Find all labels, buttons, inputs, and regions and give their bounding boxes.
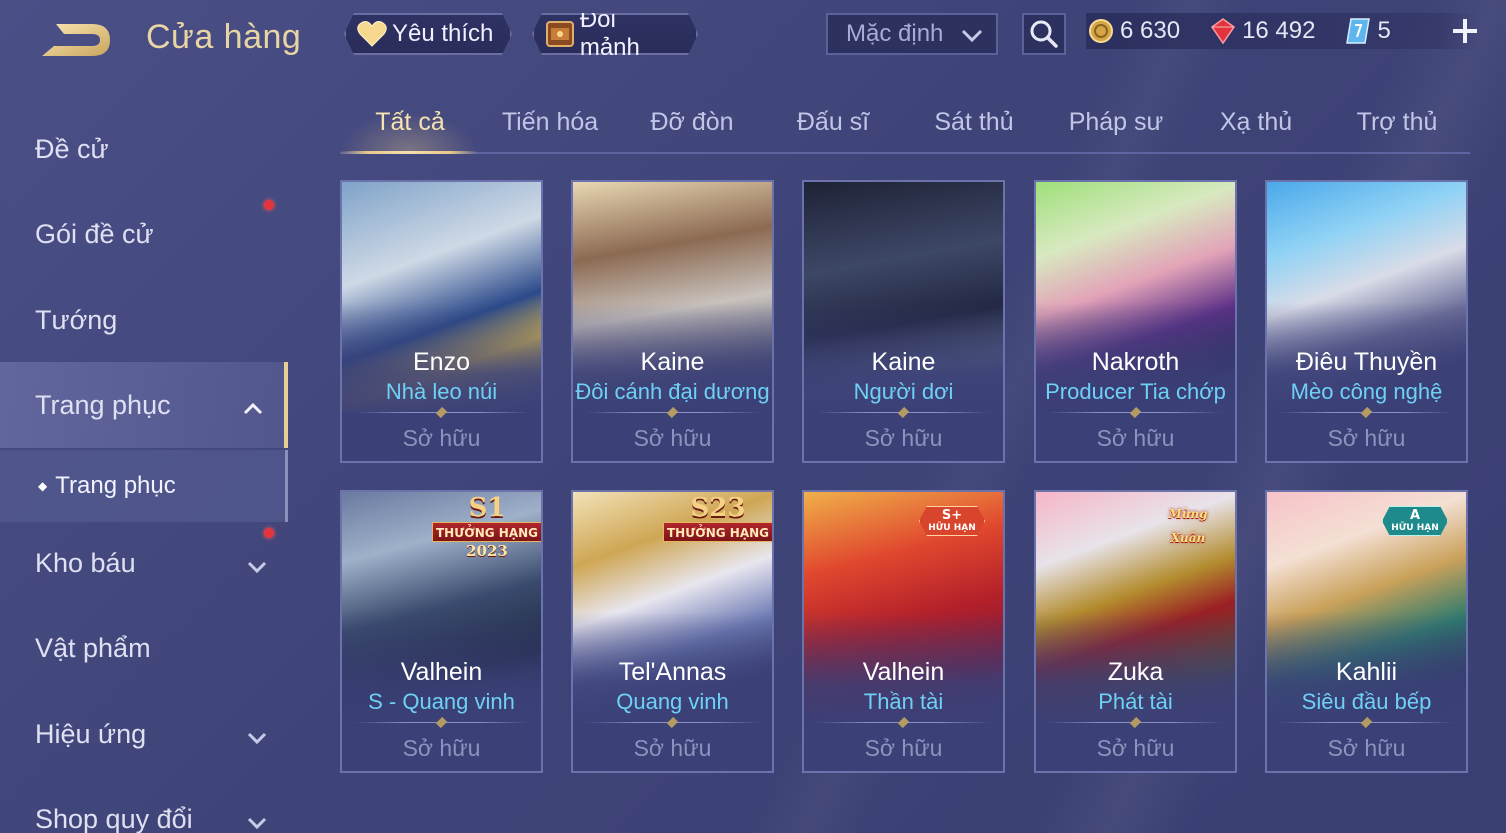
category-tabs: Tất cả Tiến hóa Đỡ đòn Đấu sĩ Sát thủ Ph… xyxy=(340,100,1470,154)
currency-bar: 6 630 16 492 5 xyxy=(1086,13,1480,49)
bullet-icon: ◆ xyxy=(38,479,48,493)
top-bar: Cửa hàng Yêu thích Đổi mảnh Mặc định 6 6… xyxy=(0,0,1506,86)
sidebar-item-bundles[interactable]: Gói đề cử xyxy=(0,191,288,277)
chevron-down-icon xyxy=(960,24,984,52)
skin-name: Thần tài xyxy=(863,689,944,714)
sidebar-item-skins[interactable]: Trang phục xyxy=(0,362,288,448)
hero-name: Điêu Thuyền xyxy=(1295,348,1438,376)
red-gem-icon xyxy=(1208,16,1238,46)
favorites-label: Yêu thích xyxy=(392,20,494,47)
tab-assassin[interactable]: Sát thủ xyxy=(904,108,1044,137)
ownership-status: Sở hữu xyxy=(864,425,943,451)
gem-balance: 16 492 xyxy=(1208,16,1315,46)
skin-card[interactable]: Enzo Nhà leo núi Sở hữu xyxy=(340,180,543,463)
sidebar: Đề cử Gói đề cử Tướng Trang phục ◆ Trang… xyxy=(0,100,290,833)
lunar-new-year-badge: Mừng Xuân xyxy=(1168,507,1208,545)
gold-balance: 6 630 xyxy=(1086,16,1180,46)
plus-icon xyxy=(1453,19,1477,43)
sidebar-item-items[interactable]: Vật phẩm xyxy=(0,605,288,691)
tab-marksman[interactable]: Xạ thủ xyxy=(1186,108,1326,137)
ownership-status: Sở hữu xyxy=(1096,735,1175,761)
exchange-shards-button[interactable]: Đổi mảnh xyxy=(532,13,698,55)
season-reward-badge: S23 THƯỞNG HẠNG xyxy=(662,494,772,564)
ownership-status: Sở hữu xyxy=(633,425,712,451)
skin-grid: Enzo Nhà leo núi Sở hữu Kaine Đôi cánh đ… xyxy=(340,180,1470,833)
back-arrow-icon xyxy=(42,24,110,56)
sort-dropdown[interactable]: Mặc định xyxy=(826,13,998,55)
skin-name: Đôi cánh đại dương xyxy=(575,379,770,404)
active-tab-indicator xyxy=(340,151,478,154)
chevron-down-icon xyxy=(246,551,268,582)
chevron-down-icon xyxy=(246,722,268,753)
sidebar-item-effects[interactable]: Hiệu ứng xyxy=(0,691,288,777)
skin-name: Mèo công nghệ xyxy=(1290,379,1443,404)
skin-card[interactable]: Kaine Đôi cánh đại dương Sở hữu xyxy=(571,180,774,463)
skin-name: Siêu đầu bếp xyxy=(1301,689,1432,714)
ownership-status: Sở hữu xyxy=(633,735,712,761)
skin-card[interactable]: S23 THƯỞNG HẠNG Tel'Annas Quang vinh Sở … xyxy=(571,490,774,773)
sidebar-subitem-skins[interactable]: ◆ Trang phục xyxy=(0,450,288,522)
ownership-status: Sở hữu xyxy=(1327,735,1406,761)
skin-name: Quang vinh xyxy=(616,689,729,714)
sidebar-item-recommended[interactable]: Đề cử xyxy=(0,106,288,192)
chevron-down-icon xyxy=(246,807,268,833)
hero-name: Enzo xyxy=(413,348,470,376)
skin-card[interactable]: Nakroth Producer Tia chớp Sở hữu xyxy=(1034,180,1237,463)
tab-support[interactable]: Trợ thủ xyxy=(1327,108,1467,137)
add-currency-button[interactable] xyxy=(1450,16,1480,46)
tab-tank[interactable]: Đỡ đòn xyxy=(622,108,762,137)
sidebar-item-heroes[interactable]: Tướng xyxy=(0,277,288,363)
gold-coin-icon xyxy=(1086,16,1116,46)
hero-name: Tel'Annas xyxy=(618,658,727,686)
skin-name: Người dơi xyxy=(853,379,954,404)
ticket-icon xyxy=(1343,16,1373,46)
tab-evolution[interactable]: Tiến hóa xyxy=(480,108,620,137)
skin-card[interactable]: Mừng Xuân Zuka Phát tài Sở hữu xyxy=(1034,490,1237,773)
season-reward-badge: S1 THƯỞNG HẠNG 2023 xyxy=(431,494,541,564)
favorites-button[interactable]: Yêu thích xyxy=(344,13,512,55)
back-button[interactable] xyxy=(34,18,114,62)
hero-name: Valhein xyxy=(400,658,483,686)
hero-name: Valhein xyxy=(862,658,945,686)
skin-name: Nhà leo núi xyxy=(385,379,498,404)
skin-card[interactable]: S1 THƯỞNG HẠNG 2023 Valhein S - Quang vi… xyxy=(340,490,543,773)
skin-name: S - Quang vinh xyxy=(368,689,515,714)
skin-card[interactable]: Kaine Người dơi Sở hữu xyxy=(802,180,1005,463)
hero-name: Nakroth xyxy=(1091,348,1180,376)
page-title: Cửa hàng xyxy=(146,18,302,56)
hero-name: Zuka xyxy=(1107,658,1164,686)
ownership-status: Sở hữu xyxy=(1096,425,1175,451)
tab-mage[interactable]: Pháp sư xyxy=(1046,108,1186,137)
limited-tier-badge: S+ HỮU HẠN xyxy=(919,506,985,536)
hero-name: Kahlii xyxy=(1335,658,1398,686)
heart-icon xyxy=(356,18,388,50)
hero-name: Kaine xyxy=(640,348,705,376)
ticket-balance: 5 xyxy=(1343,16,1391,46)
skin-name: Phát tài xyxy=(1098,689,1173,714)
treasure-chest-icon xyxy=(544,18,576,50)
search-button[interactable] xyxy=(1022,13,1066,55)
ownership-status: Sở hữu xyxy=(1327,425,1406,451)
ownership-status: Sở hữu xyxy=(402,425,481,451)
sidebar-item-exchange-shop[interactable]: Shop quy đổi xyxy=(0,776,288,833)
sort-selected-value: Mặc định xyxy=(846,20,944,47)
skin-card[interactable]: Điêu Thuyền Mèo công nghệ Sở hữu xyxy=(1265,180,1468,463)
skin-card[interactable]: A HỮU HẠN Kahlii Siêu đầu bếp Sở hữu xyxy=(1265,490,1468,773)
tab-fighter[interactable]: Đấu sĩ xyxy=(763,108,903,137)
ownership-status: Sở hữu xyxy=(864,735,943,761)
notification-dot xyxy=(264,200,274,210)
limited-tier-badge: A HỮU HẠN xyxy=(1382,506,1448,536)
skin-name: Producer Tia chớp xyxy=(1045,379,1226,404)
skin-card[interactable]: S+ HỮU HẠN Valhein Thần tài Sở hữu xyxy=(802,490,1005,773)
tab-all[interactable]: Tất cả xyxy=(340,108,480,137)
ownership-status: Sở hữu xyxy=(402,735,481,761)
search-icon xyxy=(1030,20,1058,48)
chevron-up-icon xyxy=(242,393,264,424)
exchange-shards-label: Đổi mảnh xyxy=(579,6,640,61)
sidebar-item-treasure[interactable]: Kho báu xyxy=(0,520,288,606)
hero-name: Kaine xyxy=(871,348,936,376)
